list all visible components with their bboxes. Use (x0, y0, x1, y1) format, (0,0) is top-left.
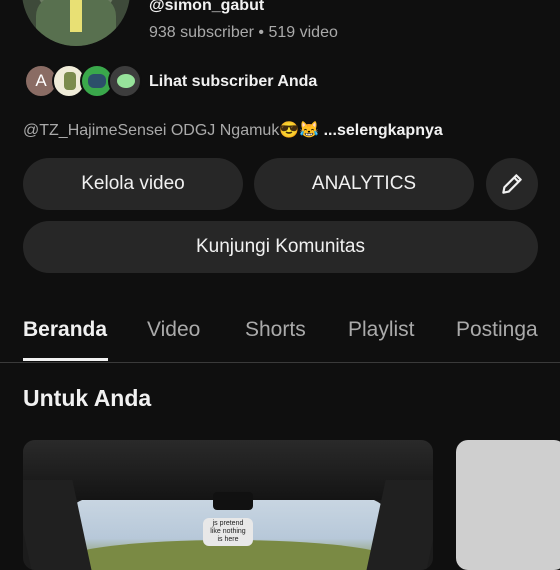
pencil-icon (502, 174, 522, 194)
channel-tabs: Beranda Video Shorts Playlist Postinga (0, 306, 560, 362)
view-subscribers-link[interactable]: Lihat subscriber Anda (149, 73, 317, 91)
visit-community-button[interactable]: Kunjungi Komunitas (23, 221, 538, 273)
tab-videos[interactable]: Video (147, 318, 200, 342)
edit-channel-button[interactable] (486, 158, 538, 210)
channel-avatar[interactable] (22, 0, 130, 46)
avatar-tie-shape (70, 0, 82, 32)
thumbnail-car-roof (23, 440, 433, 500)
subscriber-avatar (108, 64, 142, 98)
subscriber-avatars[interactable]: A (24, 64, 144, 100)
tab-playlists[interactable]: Playlist (348, 318, 415, 342)
active-tab-indicator (23, 358, 108, 361)
video-count: 519 video (268, 24, 338, 41)
description-text: @TZ_HajimeSensei ODGJ Ngamuk😎😹 (23, 122, 320, 139)
tab-home[interactable]: Beranda (23, 318, 107, 342)
more-link[interactable]: ...selengkapnya (324, 122, 443, 139)
stats-separator: • (258, 24, 265, 41)
tabs-divider (0, 362, 560, 363)
thumbnail-mirror (213, 492, 253, 510)
subscriber-count: 938 subscriber (149, 24, 254, 41)
section-title: Untuk Anda (23, 385, 152, 411)
channel-handle: @simon_gabut (149, 0, 265, 14)
channel-description[interactable]: @TZ_HajimeSensei ODGJ Ngamuk😎😹 ...seleng… (23, 120, 443, 140)
video-thumbnail[interactable]: js pretend like nothing is here (23, 440, 433, 570)
tab-posts[interactable]: Postinga (456, 318, 538, 342)
channel-stats: 938 subscriber • 519 video (149, 24, 338, 42)
analytics-button[interactable]: ANALYTICS (254, 158, 474, 210)
thumbnail-caption: js pretend like nothing is here (203, 518, 253, 546)
tab-shorts[interactable]: Shorts (245, 318, 306, 342)
manage-videos-button[interactable]: Kelola video (23, 158, 243, 210)
video-thumbnail[interactable] (456, 440, 560, 570)
